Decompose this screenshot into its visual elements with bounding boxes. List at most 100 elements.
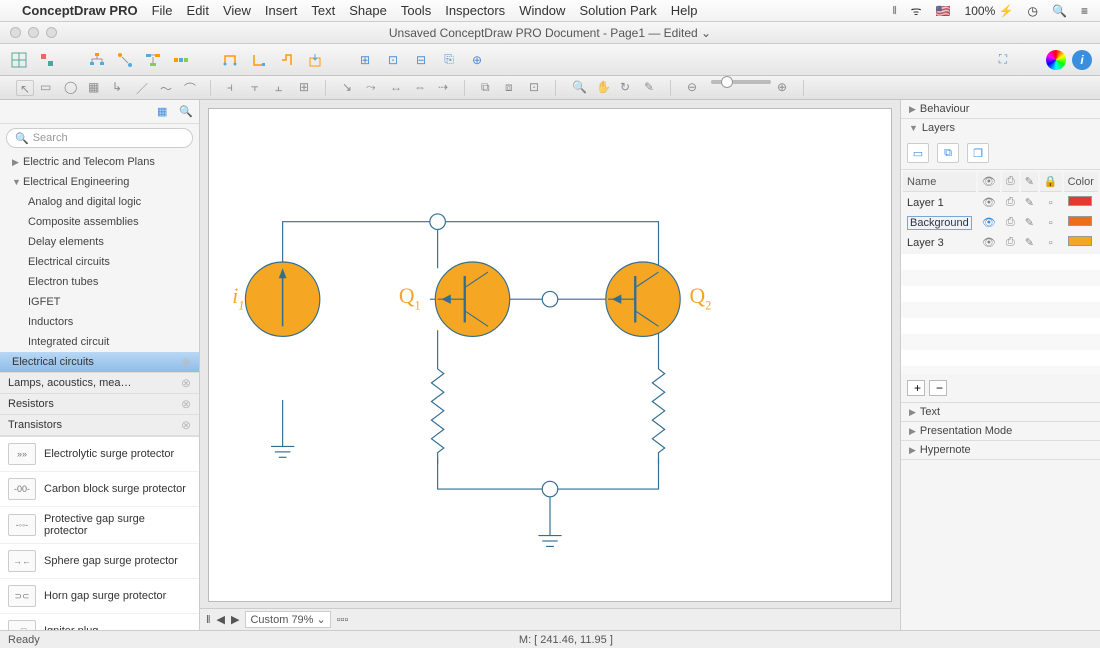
arrow-tool-icon[interactable]: ⇔ bbox=[414, 80, 432, 96]
align-tool-icon[interactable]: ⫞ bbox=[227, 80, 245, 96]
section-text[interactable]: ▶Text bbox=[901, 403, 1100, 421]
section-hypernote[interactable]: ▶Hypernote bbox=[901, 441, 1100, 459]
color-swatch[interactable] bbox=[1068, 196, 1092, 206]
list-icon[interactable]: ≡ bbox=[1081, 4, 1088, 18]
align-tool-icon[interactable]: ⫠ bbox=[275, 80, 293, 96]
pen-tool-icon[interactable]: ✎ bbox=[644, 80, 662, 96]
tool-icon[interactable]: ⊡ bbox=[382, 49, 404, 71]
wifi-icon[interactable]: ⧛ bbox=[892, 3, 896, 18]
drawing-canvas[interactable]: i1 Q1 Q2 bbox=[208, 108, 892, 602]
close-icon[interactable]: ⊗ bbox=[181, 376, 191, 390]
menu-inspectors[interactable]: Inspectors bbox=[445, 3, 505, 18]
rotate-tool-icon[interactable]: ↻ bbox=[620, 80, 638, 96]
layer-mode-icon[interactable]: ▭ bbox=[907, 143, 929, 163]
arrow-tool-icon[interactable]: ↘ bbox=[342, 80, 360, 96]
tree-item[interactable]: Electrical circuits bbox=[0, 252, 199, 272]
flow-tool-icon[interactable] bbox=[142, 49, 164, 71]
col-color[interactable]: Color bbox=[1064, 172, 1098, 192]
tree-item[interactable]: Analog and digital logic bbox=[0, 192, 199, 212]
curve-tool-icon[interactable]: 〜 bbox=[160, 80, 178, 96]
ungroup-tool-icon[interactable]: ⧈ bbox=[505, 80, 523, 96]
section-presentation[interactable]: ▶Presentation Mode bbox=[901, 422, 1100, 440]
color-wheel-icon[interactable] bbox=[1046, 50, 1066, 70]
hand-tool-icon[interactable]: ✋ bbox=[596, 80, 614, 96]
layer-row[interactable]: Layer 1👁⎙✎▫ bbox=[903, 194, 1098, 212]
tree-tool-icon[interactable] bbox=[86, 49, 108, 71]
menu-file[interactable]: File bbox=[152, 3, 173, 18]
arrow-tool-icon[interactable]: ⇢ bbox=[438, 80, 456, 96]
menu-help[interactable]: Help bbox=[671, 3, 698, 18]
zoom-selector[interactable]: Custom 79% ⌄ bbox=[245, 611, 330, 628]
shape-tool-icon[interactable] bbox=[36, 49, 58, 71]
page-thumb[interactable]: ▫▫▫ bbox=[337, 614, 349, 626]
add-layer-button[interactable]: + bbox=[907, 380, 925, 396]
section-behaviour[interactable]: ▶Behaviour bbox=[901, 100, 1100, 118]
export-tool-icon[interactable] bbox=[304, 49, 326, 71]
lock-tool-icon[interactable]: ⊡ bbox=[529, 80, 547, 96]
tree-item[interactable]: Integrated circuit bbox=[0, 332, 199, 352]
shape-item[interactable]: →←Sphere gap surge protector bbox=[0, 544, 199, 579]
flag-icon[interactable]: 🇺🇸 bbox=[936, 4, 951, 18]
section-layers[interactable]: ▼Layers bbox=[901, 119, 1100, 137]
menu-shape[interactable]: Shape bbox=[349, 3, 387, 18]
wifi-icon[interactable]: ᯤ bbox=[911, 2, 922, 19]
layer-row[interactable]: Background👁⎙✎▫ bbox=[903, 214, 1098, 232]
menu-edit[interactable]: Edit bbox=[187, 3, 209, 18]
shape-item[interactable]: ⊃⊂Horn gap surge protector bbox=[0, 579, 199, 614]
zoom-tool-icon[interactable]: 🔍 bbox=[572, 80, 590, 96]
tree-item[interactable]: Delay elements bbox=[0, 232, 199, 252]
next-page-icon[interactable]: ▶ bbox=[231, 613, 239, 626]
color-swatch[interactable] bbox=[1068, 236, 1092, 246]
spotlight-icon[interactable]: 🔍 bbox=[1052, 4, 1067, 18]
battery-indicator[interactable]: 100% ⚡ bbox=[965, 4, 1014, 18]
tool-icon[interactable]: ⎘ bbox=[438, 49, 460, 71]
shape-item[interactable]: ◦□Igniter plug bbox=[0, 614, 199, 630]
route-tool-icon[interactable] bbox=[220, 49, 242, 71]
grid-tool-icon[interactable] bbox=[8, 49, 30, 71]
grid-view-icon[interactable]: ▦ bbox=[157, 105, 171, 119]
arrow-tool-icon[interactable]: ↔ bbox=[390, 80, 408, 96]
chain-tool-icon[interactable] bbox=[170, 49, 192, 71]
tree-item[interactable]: Electron tubes bbox=[0, 272, 199, 292]
arrow-tool-icon[interactable]: ⤳ bbox=[366, 80, 384, 96]
app-name[interactable]: ConceptDraw PRO bbox=[22, 3, 138, 18]
close-icon[interactable]: ⊗ bbox=[181, 397, 191, 411]
close-icon[interactable]: ⊗ bbox=[181, 354, 191, 370]
color-swatch[interactable] bbox=[1068, 216, 1092, 226]
close-icon[interactable]: ⊗ bbox=[181, 418, 191, 432]
prev-page-icon[interactable]: ◀ bbox=[217, 613, 225, 626]
traffic-lights[interactable] bbox=[10, 27, 57, 38]
zoom-in-icon[interactable]: ⊕ bbox=[777, 80, 795, 96]
table-tool-icon[interactable]: ▦ bbox=[88, 80, 106, 96]
menu-window[interactable]: Window bbox=[519, 3, 565, 18]
tool-icon[interactable]: ⊟ bbox=[410, 49, 432, 71]
col-lock2-icon[interactable]: 🔒 bbox=[1040, 172, 1062, 192]
layer-mode-icon[interactable]: ⧉ bbox=[937, 143, 959, 163]
expand-tool-icon[interactable]: ⛶ bbox=[992, 49, 1014, 71]
tree-item[interactable]: Composite assemblies bbox=[0, 212, 199, 232]
menu-view[interactable]: View bbox=[223, 3, 251, 18]
pause-icon[interactable]: ‖ bbox=[206, 614, 211, 626]
arc-tool-icon[interactable]: ⌒ bbox=[184, 80, 202, 96]
connect-tool-icon[interactable] bbox=[114, 49, 136, 71]
open-stencil[interactable]: Resistors⊗ bbox=[0, 394, 199, 415]
open-stencil[interactable]: Electrical circuits⊗ bbox=[0, 352, 199, 373]
col-print-icon[interactable]: ⎙ bbox=[1002, 172, 1019, 192]
tree-item[interactable]: IGFET bbox=[0, 292, 199, 312]
menu-insert[interactable]: Insert bbox=[265, 3, 298, 18]
menu-text[interactable]: Text bbox=[311, 3, 335, 18]
tool-icon[interactable]: ⊕ bbox=[466, 49, 488, 71]
col-lock-icon[interactable]: ✎ bbox=[1021, 172, 1038, 192]
line-tool-icon[interactable]: ／ bbox=[136, 80, 154, 96]
distribute-tool-icon[interactable]: ⊞ bbox=[299, 80, 317, 96]
route2-tool-icon[interactable] bbox=[248, 49, 270, 71]
col-name[interactable]: Name bbox=[903, 172, 976, 192]
clock-icon[interactable]: ◷ bbox=[1028, 4, 1038, 18]
connector-tool-icon[interactable]: ↳ bbox=[112, 80, 130, 96]
shape-item[interactable]: »»Electrolytic surge protector bbox=[0, 437, 199, 472]
tree-item[interactable]: Inductors bbox=[0, 312, 199, 332]
rect-tool-icon[interactable]: ▭ bbox=[40, 80, 58, 96]
search-icon[interactable]: 🔍 bbox=[179, 105, 193, 119]
ellipse-tool-icon[interactable]: ◯ bbox=[64, 80, 82, 96]
open-stencil[interactable]: Lamps, acoustics, mea…⊗ bbox=[0, 373, 199, 394]
